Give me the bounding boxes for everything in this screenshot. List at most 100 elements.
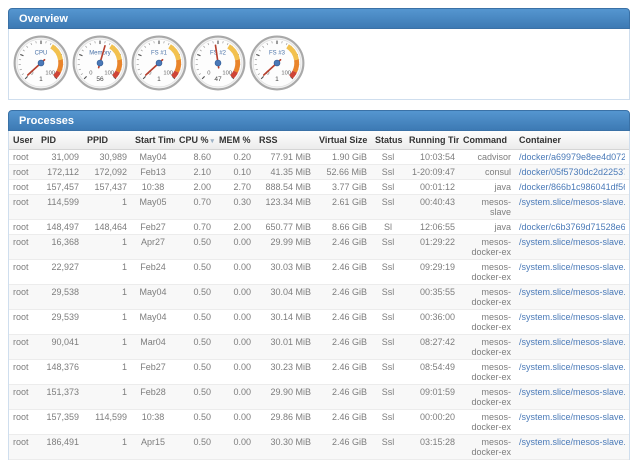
status-cell: Ssl (371, 149, 405, 165)
container-link[interactable]: /system.slice/mesos-slave.s (519, 387, 625, 397)
rss-cell: 30.23 MiB (255, 359, 315, 385)
ppid-cell: 1 (83, 284, 131, 310)
table-row: root 148,376 1 Feb27 0.50 0.00 30.23 MiB 2.46 G… (9, 359, 629, 385)
column-header-cpu[interactable]: CPU % ▾ (175, 131, 215, 150)
running-time-cell: 00:40:43 (405, 194, 459, 220)
gauge-label: FS #1 (151, 50, 168, 56)
cpu-cell: 0.50 (175, 384, 215, 410)
ppid-cell: 1 (83, 309, 131, 335)
pid-cell: 29,539 (37, 309, 83, 335)
container-cell: /system.slice/mesos-slave.s (515, 234, 629, 260)
gauge-label: CPU (35, 50, 48, 56)
column-header-start-time[interactable]: Start Time (131, 131, 175, 150)
table-row: root 16,368 1 Apr27 0.50 0.00 29.99 MiB 2.46 Gi… (9, 234, 629, 260)
status-cell: Ssl (371, 194, 405, 220)
user-cell: root (9, 384, 37, 410)
container-link[interactable]: /docker/05f5730dc2d22537d63 (519, 167, 625, 177)
virtual-size-cell: 2.46 GiB (315, 434, 371, 460)
gauge-fs-3: FS #3 0 100 1 (248, 34, 307, 94)
pid-cell: 157,359 (37, 409, 83, 435)
virtual-size-cell: 2.46 GiB (315, 409, 371, 435)
ppid-cell: 1 (83, 384, 131, 410)
column-header-user[interactable]: User (9, 131, 37, 150)
virtual-size-cell: 52.66 MiB (315, 164, 371, 180)
user-cell: root (9, 359, 37, 385)
column-header-virtual-size[interactable]: Virtual Size (315, 131, 371, 150)
gauge-fs-2: FS #2 0 100 47 (189, 34, 248, 94)
overview-title: Overview (19, 13, 68, 25)
pid-cell: 151,373 (37, 384, 83, 410)
cadvisor-page: Overview CPU 0 100 1 Memory 0 100 56 FS #1 0 100 1 F… (0, 0, 640, 460)
running-time-cell: 00:00:20 (405, 409, 459, 435)
mem-cell: 0.00 (215, 309, 255, 335)
container-cell: /docker/05f5730dc2d22537d63 (515, 164, 629, 180)
container-cell: /docker/866b1c986041df56901 (515, 179, 629, 195)
user-cell: root (9, 219, 37, 235)
cpu-cell: 8.60 (175, 149, 215, 165)
gauge-dial: CPU0 1001 (13, 35, 69, 91)
gauge-max: 100 (222, 71, 232, 77)
column-header-ppid[interactable]: PPID (83, 131, 131, 150)
container-link[interactable]: /docker/866b1c986041df56901 (519, 182, 625, 192)
user-cell: root (9, 309, 37, 335)
container-link[interactable]: /system.slice/mesos-slave.s (519, 362, 625, 372)
column-header-mem[interactable]: MEM % (215, 131, 255, 150)
column-header-command[interactable]: Command (459, 131, 515, 150)
overview-gauges: CPU 0 100 1 Memory 0 100 56 FS #1 0 100 1 FS #2 0 100 4… (8, 29, 630, 100)
start-time-cell: May04 (131, 309, 175, 335)
running-time-cell: 09:29:19 (405, 259, 459, 285)
status-cell: Ssl (371, 179, 405, 195)
cpu-cell: 0.50 (175, 359, 215, 385)
container-link[interactable]: /system.slice/mesos-slave.s (519, 197, 625, 207)
command-cell: mesos-docker-ex (459, 309, 515, 335)
virtual-size-cell: 2.46 GiB (315, 384, 371, 410)
cpu-cell: 2.00 (175, 179, 215, 195)
user-cell: root (9, 284, 37, 310)
running-time-cell: 08:27:42 (405, 334, 459, 360)
ppid-cell: 1 (83, 194, 131, 220)
column-header-pid[interactable]: PID (37, 131, 83, 150)
start-time-cell: Feb24 (131, 259, 175, 285)
container-link[interactable]: /system.slice/mesos-slave.s (519, 287, 625, 297)
container-link[interactable]: /system.slice/mesos-slave.s (519, 437, 625, 447)
user-cell: root (9, 234, 37, 260)
container-cell: /docker/c6b3769d71528e6575b (515, 219, 629, 235)
cpu-cell: 0.50 (175, 234, 215, 260)
container-cell: /system.slice/mesos-slave.s (515, 334, 629, 360)
processes-panel: Processes User PID PPID Start Time CPU % ▾ MEM… (8, 110, 630, 460)
start-time-cell: 10:38 (131, 409, 175, 435)
cpu-cell: 0.70 (175, 194, 215, 220)
column-header-running-time[interactable]: Running Time (405, 131, 459, 150)
rss-cell: 30.30 MiB (255, 434, 315, 460)
gauge-dial: Memory 0 10056 (72, 35, 128, 91)
column-header-status[interactable]: Status (371, 131, 405, 150)
gauge-max: 100 (104, 71, 114, 77)
user-cell: root (9, 164, 37, 180)
container-link[interactable]: /system.slice/mesos-slave.s (519, 412, 625, 422)
start-time-cell: Feb27 (131, 359, 175, 385)
gauge-dial: FS #2 0 10047 (190, 35, 246, 91)
virtual-size-cell: 2.46 GiB (315, 284, 371, 310)
container-link[interactable]: /system.slice/mesos-slave.s (519, 312, 625, 322)
processes-panel-header: Processes (8, 110, 630, 131)
column-header-container[interactable]: Container (515, 131, 629, 150)
container-link[interactable]: /docker/c6b3769d71528e6575b (519, 222, 625, 232)
container-link[interactable]: /system.slice/mesos-slave.s (519, 337, 625, 347)
pid-cell: 186,491 (37, 434, 83, 460)
virtual-size-cell: 2.46 GiB (315, 234, 371, 260)
start-time-cell: May05 (131, 194, 175, 220)
table-row: root 157,359 114,599 10:38 0.50 0.00 29.86 MiB… (9, 409, 629, 435)
container-cell: /system.slice/mesos-slave.s (515, 194, 629, 220)
cpu-cell: 0.50 (175, 284, 215, 310)
column-header-rss[interactable]: RSS (255, 131, 315, 150)
pid-cell: 172,112 (37, 164, 83, 180)
container-link[interactable]: /docker/a69979e8ee4d072b775 (519, 152, 625, 162)
user-cell: root (9, 334, 37, 360)
mem-cell: 0.10 (215, 164, 255, 180)
running-time-cell: 09:01:59 (405, 384, 459, 410)
command-cell: mesos-docker-ex (459, 384, 515, 410)
command-cell: mesos-docker-ex (459, 284, 515, 310)
container-link[interactable]: /system.slice/mesos-slave.s (519, 262, 625, 272)
container-link[interactable]: /system.slice/mesos-slave.s (519, 237, 625, 247)
virtual-size-cell: 8.66 GiB (315, 219, 371, 235)
